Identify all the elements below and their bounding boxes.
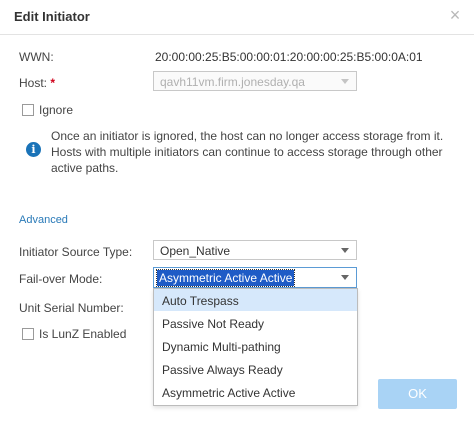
ignore-checkbox[interactable] [22, 104, 34, 116]
unit-serial-label: Unit Serial Number: [19, 301, 124, 315]
ok-button[interactable]: OK [378, 379, 457, 409]
host-label: Host: * [19, 76, 55, 90]
option-passive-not-ready[interactable]: Passive Not Ready [154, 312, 357, 334]
option-label: Dynamic Multi-pathing [162, 340, 281, 354]
failover-label: Fail-over Mode: [19, 272, 103, 286]
host-select: qavh11vm.firm.jonesday.qa [153, 71, 357, 91]
lunz-checkbox[interactable] [22, 328, 34, 340]
chevron-down-icon [341, 79, 349, 84]
dialog-header: Edit Initiator × [0, 0, 474, 35]
option-passive-always-ready[interactable]: Passive Always Ready [154, 358, 357, 380]
source-type-label: Initiator Source Type: [19, 245, 133, 259]
option-label: Passive Always Ready [162, 363, 283, 377]
chevron-down-icon [341, 275, 349, 280]
option-label: Auto Trespass [162, 294, 239, 308]
failover-dropdown-list: Auto Trespass Passive Not Ready Dynamic … [153, 288, 358, 406]
option-auto-trespass[interactable]: Auto Trespass [154, 289, 357, 311]
edit-initiator-dialog: Edit Initiator × WWN: 20:00:00:25:B5:00:… [0, 0, 474, 421]
host-label-text: Host: [19, 76, 48, 90]
wwn-value: 20:00:00:25:B5:00:00:01:20:00:00:25:B5:0… [155, 50, 423, 64]
ignore-label: Ignore [39, 103, 74, 117]
failover-select-value: Asymmetric Active Active [155, 269, 296, 287]
option-dynamic-multi-pathing[interactable]: Dynamic Multi-pathing [154, 335, 357, 357]
option-asymmetric-active-active[interactable]: Asymmetric Active Active [154, 381, 357, 403]
chevron-down-icon [341, 248, 349, 253]
failover-select[interactable]: Asymmetric Active Active [153, 267, 357, 288]
host-select-value: qavh11vm.firm.jonesday.qa [160, 75, 305, 89]
source-type-select-value: Open_Native [160, 244, 231, 258]
option-label: Asymmetric Active Active [162, 386, 296, 400]
dialog-title: Edit Initiator [14, 9, 90, 24]
info-icon: i [26, 142, 41, 157]
source-type-select[interactable]: Open_Native [153, 240, 357, 260]
wwn-label: WWN: [19, 50, 54, 64]
option-label: Passive Not Ready [162, 317, 265, 331]
lunz-label: Is LunZ Enabled [39, 327, 127, 341]
advanced-link[interactable]: Advanced [19, 214, 68, 226]
ignore-info-text: Once an initiator is ignored, the host c… [51, 129, 444, 175]
required-mark: * [50, 76, 56, 90]
close-icon[interactable]: × [446, 6, 464, 24]
